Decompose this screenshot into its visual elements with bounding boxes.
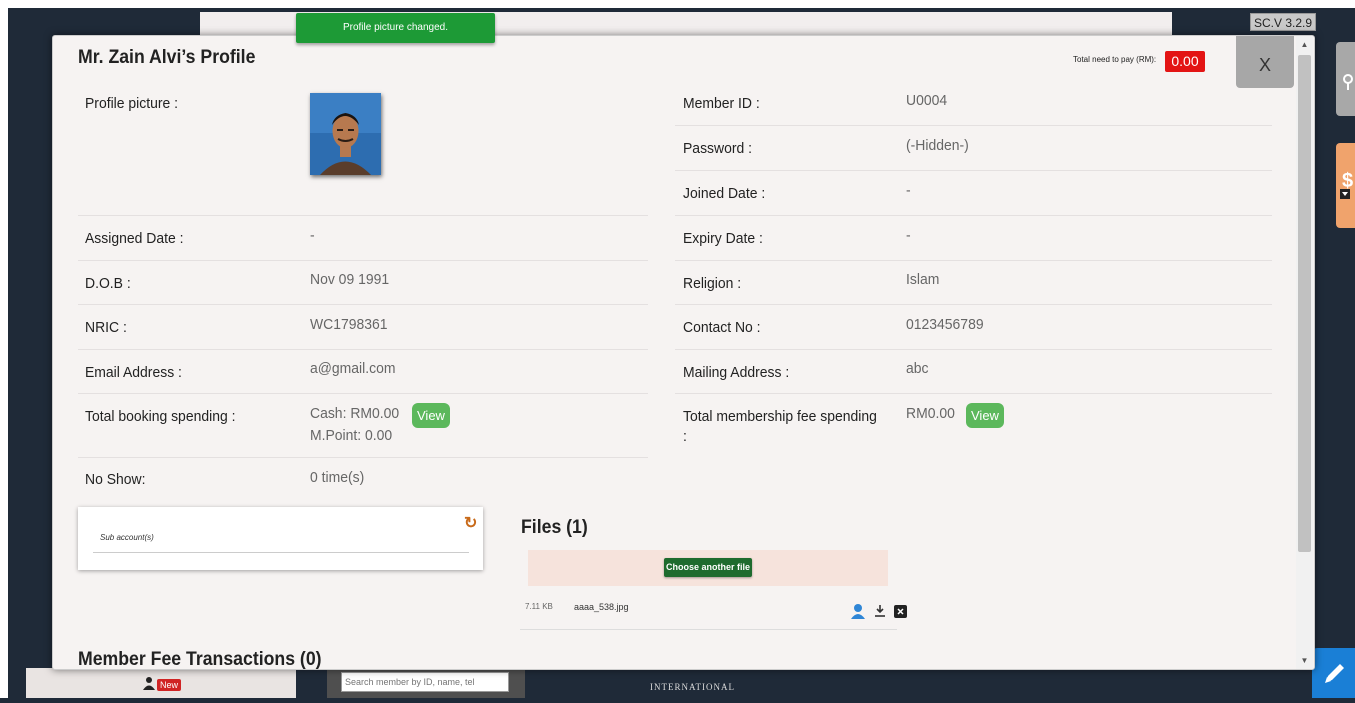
total-pay-amount: 0.00 — [1165, 51, 1205, 72]
email-label: Email Address : — [85, 364, 182, 381]
booking-spending-mpoint: M.Point: 0.00 — [310, 427, 393, 444]
user-icon[interactable] — [850, 603, 866, 619]
member-id-value: U0004 — [906, 92, 948, 109]
dollar-icon: $ — [1340, 170, 1353, 199]
sub-accounts-divider — [93, 552, 469, 553]
member-id-label: Member ID : — [683, 95, 760, 112]
expiry-date-value: - — [906, 227, 911, 244]
brand-logo-text: INTERNATIONAL — [650, 682, 735, 692]
assigned-date-value: - — [310, 227, 315, 244]
no-show-value: 0 time(s) — [310, 469, 365, 486]
window-frame-left — [0, 0, 8, 698]
close-button[interactable]: X — [1236, 36, 1294, 88]
booking-spending-label: Total booking spending : — [85, 408, 236, 425]
new-member-tab[interactable]: New — [26, 668, 296, 698]
total-pay-label: Total need to pay (RM): — [1073, 55, 1157, 64]
download-icon[interactable] — [874, 604, 886, 618]
scroll-thumb[interactable] — [1298, 55, 1311, 552]
row-divider — [675, 215, 1272, 216]
refresh-icon[interactable]: ↻ — [464, 513, 477, 533]
delete-icon[interactable] — [894, 604, 907, 618]
contact-no-value: 0123456789 — [906, 316, 984, 333]
row-divider — [675, 170, 1272, 171]
window-frame-top — [0, 0, 1355, 8]
sub-accounts-panel: Sub account(s) ↻ — [78, 507, 483, 570]
row-divider — [78, 457, 648, 458]
password-label: Password : — [683, 140, 753, 157]
row-divider — [78, 260, 648, 261]
row-divider — [78, 304, 648, 305]
mailing-address-label: Mailing Address : — [683, 364, 790, 381]
row-divider — [78, 349, 648, 350]
booking-spending-cash: Cash: RM0.00 — [310, 405, 400, 422]
contact-no-label: Contact No : — [683, 319, 761, 336]
profile-picture[interactable] — [310, 93, 381, 175]
choose-file-button[interactable]: Choose another file — [664, 558, 752, 577]
side-tab-key[interactable] — [1336, 42, 1355, 116]
key-icon — [1343, 74, 1353, 90]
row-divider — [675, 125, 1272, 126]
religion-label: Religion : — [683, 275, 742, 292]
profile-photo-image — [310, 93, 381, 175]
file-row-divider — [520, 629, 897, 630]
joined-date-value: - — [906, 182, 911, 199]
file-upload-area: Choose another file — [528, 550, 888, 586]
profile-picture-label: Profile picture : — [85, 95, 179, 112]
file-size: 7.11 KB — [525, 602, 553, 611]
row-divider — [675, 260, 1272, 261]
membership-spending-label: Total membership fee spending — [683, 408, 877, 425]
person-icon — [143, 677, 155, 690]
membership-spending-colon: : — [683, 428, 687, 445]
file-name[interactable]: aaaa_538.jpg — [574, 602, 629, 612]
sub-accounts-label: Sub account(s) — [100, 533, 154, 542]
view-membership-spending-button[interactable]: View — [966, 403, 1004, 428]
mailing-address-value: abc — [906, 360, 929, 377]
member-fee-transactions-title: Member Fee Transactions (0) — [78, 649, 322, 670]
row-divider — [78, 215, 648, 216]
scroll-up-icon[interactable]: ▲ — [1296, 40, 1313, 49]
svg-text:$: $ — [1342, 170, 1353, 192]
dob-label: D.O.B : — [85, 275, 131, 292]
nric-label: NRIC : — [85, 319, 127, 336]
files-title: Files (1) — [521, 517, 588, 538]
view-booking-spending-button[interactable]: View — [412, 403, 450, 428]
email-value: a@gmail.com — [310, 360, 396, 377]
toast-notification: Profile picture changed. — [296, 13, 495, 43]
edit-button[interactable] — [1312, 648, 1355, 698]
modal-title: Mr. Zain Alvi’s Profile — [78, 47, 256, 68]
file-actions — [850, 602, 907, 620]
row-divider — [675, 393, 1272, 394]
profile-modal: Mr. Zain Alvi’s Profile Total need to pa… — [52, 35, 1315, 670]
modal-scrollbar[interactable]: ▲ ▼ — [1296, 36, 1313, 669]
side-tab-payment[interactable]: $ — [1336, 143, 1355, 228]
scroll-down-icon[interactable]: ▼ — [1296, 656, 1313, 665]
nric-value: WC1798361 — [310, 316, 388, 333]
row-divider — [675, 349, 1272, 350]
joined-date-label: Joined Date : — [683, 185, 766, 202]
member-search-input[interactable] — [341, 672, 509, 692]
no-show-label: No Show: — [85, 471, 146, 488]
row-divider — [675, 304, 1272, 305]
pencil-icon — [1325, 664, 1344, 683]
version-badge: SC.V 3.2.9 — [1250, 13, 1316, 31]
new-badge: New — [157, 679, 182, 691]
password-value: (-Hidden-) — [906, 137, 969, 154]
assigned-date-label: Assigned Date : — [85, 230, 184, 247]
expiry-date-label: Expiry Date : — [683, 230, 763, 247]
membership-spending-value: RM0.00 — [906, 405, 955, 422]
row-divider — [78, 393, 648, 394]
religion-value: Islam — [906, 271, 940, 288]
bottom-search-bar — [327, 668, 525, 698]
dob-value: Nov 09 1991 — [310, 271, 390, 288]
